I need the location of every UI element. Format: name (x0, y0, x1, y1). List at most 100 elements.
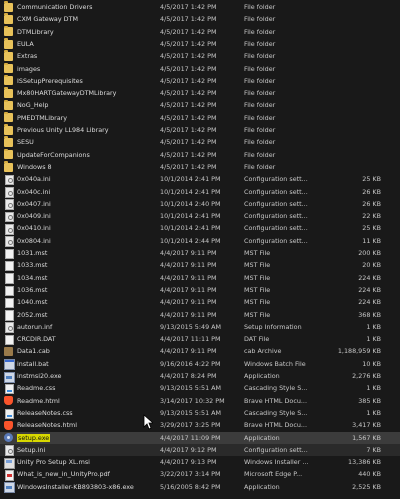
file-name: WindowsInstaller-KB893803-x86.exe (17, 482, 134, 491)
file-date-modified: 4/5/2017 1:42 PM (160, 138, 217, 147)
file-name: 0x0409.ini (17, 212, 51, 221)
file-date-modified: 4/5/2017 1:42 PM (160, 52, 217, 61)
file-date-modified: 9/16/2016 4:22 PM (160, 359, 221, 368)
file-row[interactable]: 1034.mst 4/4/2017 9:11 PM MST File 224 KB (0, 272, 400, 284)
file-date-modified: 4/4/2017 9:11 PM (160, 261, 217, 270)
file-name: What_is_new_in_UnityPro.pdf (17, 470, 110, 479)
file-row[interactable]: Readme.css 9/13/2015 5:51 AM Cascading Sty… (0, 382, 400, 395)
file-date-modified: 3/22/2017 3:14 PM (160, 470, 221, 479)
file-row[interactable]: 0x0407.ini 10/1/2014 2:40 PM Configuration… (0, 198, 400, 210)
file-row[interactable]: Mx80HARTGatewayDTMLibrary 4/5/2017 1:42 P… (0, 87, 400, 99)
file-row[interactable]: Windows 8 4/5/2017 1:42 PM File folder (0, 161, 400, 173)
file-name: 0x0804.ini (17, 236, 51, 245)
file-name: ReleaseNotes.html (17, 421, 78, 430)
file-type: MST File (244, 298, 271, 307)
cab-icon (4, 347, 13, 357)
file-row[interactable]: 0x040a.ini 10/1/2014 2:41 PM Configuration… (0, 173, 400, 186)
file-row[interactable]: Setup.ini 4/4/2017 9:12 PM Configuration s… (0, 443, 400, 457)
file-size: 10 KB (362, 359, 381, 368)
file-type: File folder (244, 3, 276, 11)
mouse-cursor-icon (143, 414, 153, 430)
file-row[interactable]: Extras 4/5/2017 1:42 PM File folder (0, 50, 400, 62)
file-type: Application (244, 372, 280, 380)
file-type: File folder (244, 76, 276, 85)
file-type: File folder (244, 126, 276, 134)
file-date-modified: 4/4/2017 9:12 PM (160, 445, 217, 454)
file-row[interactable]: 1033.mst 4/4/2017 9:11 PM MST File 20 KB (0, 259, 400, 272)
file-name: UpdateForCompanions (17, 150, 90, 159)
file-row[interactable]: 2052.mst 4/4/2017 9:11 PM MST File 368 KB (0, 309, 400, 321)
file-name: install.bat (17, 359, 49, 368)
file-row[interactable]: Communication Drivers 4/5/2017 1:42 PM Fil… (0, 1, 400, 13)
file-type: Configuration sett... (244, 212, 308, 221)
file-type: Windows Batch File (244, 359, 306, 368)
file-type: Cascading Style S... (244, 384, 308, 393)
file-row[interactable]: CRCDIR.DAT 4/4/2017 11:11 PM DAT File 1 KB (0, 333, 400, 346)
file-date-modified: 4/5/2017 1:42 PM (160, 150, 217, 159)
file-row[interactable]: Readme.html 3/14/2017 10:32 PM Brave HTML … (0, 395, 400, 407)
file-row[interactable]: 0x040c.ini 10/1/2014 2:41 PM Configuration… (0, 186, 400, 198)
file-row[interactable]: 0x0409.ini 10/1/2014 2:41 PM Configuration… (0, 210, 400, 223)
file-name: ReleaseNotes.css (17, 408, 73, 417)
file-name: 1036.mst (17, 285, 48, 294)
file-row[interactable]: Data1.cab 4/4/2017 9:11 PM cab Archive 1,18… (0, 345, 400, 357)
file-name-highlight: setup.exe (17, 433, 51, 442)
file-row[interactable]: Previous Unity LL984 Library 4/5/2017 1:4… (0, 124, 400, 136)
file-row[interactable]: instmsi20.exe 4/4/2017 8:24 PM Application… (0, 370, 400, 383)
file-row[interactable]: ReleaseNotes.html 3/29/2017 3:25 PM Brave … (0, 419, 400, 431)
file-row[interactable]: UpdateForCompanions 4/5/2017 1:42 PM File … (0, 148, 400, 161)
file-size: 1,188,959 KB (337, 347, 381, 356)
file-date-modified: 9/13/2015 5:51 AM (160, 408, 222, 417)
file-size: 1 KB (366, 322, 381, 331)
file-row[interactable]: Unity Pro Setup XL.msi 4/4/2017 9:13 PM Wi… (0, 456, 400, 469)
file-row[interactable]: DTMLibrary 4/5/2017 1:42 PM File folder (0, 25, 400, 38)
file-row[interactable]: PMEDTMLibrary 4/5/2017 1:42 PM File folder (0, 111, 400, 124)
msi-icon (4, 457, 15, 469)
folder-icon (4, 124, 13, 135)
file-name: 0x040c.ini (17, 187, 51, 196)
file-row[interactable]: 0x0410.ini 10/1/2014 2:41 PM Configuration… (0, 222, 400, 235)
file-date-modified: 4/5/2017 1:42 PM (160, 3, 217, 11)
file-type: MST File (244, 261, 271, 270)
config-icon (5, 187, 14, 198)
file-row[interactable]: 1036.mst 4/4/2017 9:11 PM MST File 224 KB (0, 284, 400, 297)
file-row[interactable]: images 4/5/2017 1:42 PM File folder (0, 62, 400, 75)
file-type: Configuration sett... (244, 224, 308, 233)
file-date-modified: 4/4/2017 9:11 PM (160, 273, 217, 282)
file-row[interactable]: setup.exe 4/4/2017 11:09 PM Application 1,5… (0, 431, 400, 444)
file-name: 1031.mst (17, 249, 48, 257)
file-icon (5, 334, 14, 346)
file-type: File folder (244, 113, 276, 122)
file-date-modified: 4/5/2017 1:42 PM (160, 101, 217, 110)
file-type: MST File (244, 285, 271, 294)
file-row[interactable]: EULA 4/5/2017 1:42 PM File folder (0, 38, 400, 50)
file-row[interactable]: ISSetupPrerequisites 4/5/2017 1:42 PM File… (0, 74, 400, 87)
file-date-modified: 4/5/2017 1:42 PM (160, 89, 217, 98)
file-size: 1 KB (366, 335, 381, 344)
pdf-icon (5, 470, 14, 481)
file-row[interactable]: SESU 4/5/2017 1:42 PM File folder (0, 136, 400, 148)
file-icon (5, 273, 14, 284)
file-size: 2,525 KB (352, 482, 381, 491)
file-row[interactable]: ReleaseNotes.css 9/13/2015 5:51 AM Cascadi… (0, 407, 400, 420)
file-name: Communication Drivers (17, 3, 93, 11)
folder-icon (4, 1, 13, 12)
file-size: 11 KB (362, 236, 381, 245)
file-row[interactable]: CXM Gateway DTM 4/5/2017 1:42 PM File fold… (0, 13, 400, 25)
file-name: Setup.ini (17, 445, 46, 454)
file-type: File folder (244, 89, 276, 98)
file-row[interactable]: install.bat 9/16/2016 4:22 PM Windows Batc… (0, 358, 400, 371)
file-icon (5, 285, 14, 297)
file-row[interactable]: 0x0804.ini 10/1/2014 2:44 PM Configuration… (0, 235, 400, 247)
file-row[interactable]: NoG_Help 4/5/2017 1:42 PM File folder (0, 99, 400, 111)
file-row[interactable]: What_is_new_in_UnityPro.pdf 3/22/2017 3:1… (0, 468, 400, 481)
file-name: PMEDTMLibrary (17, 113, 68, 122)
file-row[interactable]: 1040.mst 4/4/2017 9:11 PM MST File 224 KB (0, 296, 400, 309)
folder-icon (4, 13, 13, 24)
config-icon (5, 199, 14, 210)
file-name: EULA (17, 39, 34, 48)
file-row[interactable]: 1031.mst 4/4/2017 9:11 PM MST File 200 KB (0, 247, 400, 260)
file-row[interactable]: autorun.inf 9/13/2015 5:49 AM Setup Inform… (0, 321, 400, 333)
file-row[interactable]: WindowsInstaller-KB893803-x86.exe 5/16/20… (0, 481, 400, 494)
file-icon (5, 248, 14, 260)
